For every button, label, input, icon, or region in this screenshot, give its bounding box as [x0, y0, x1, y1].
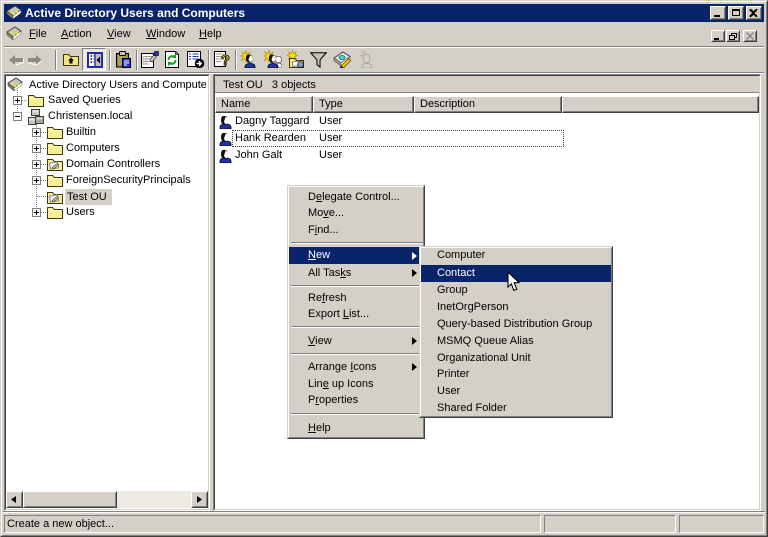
svg-text:?: ? [221, 52, 230, 68]
